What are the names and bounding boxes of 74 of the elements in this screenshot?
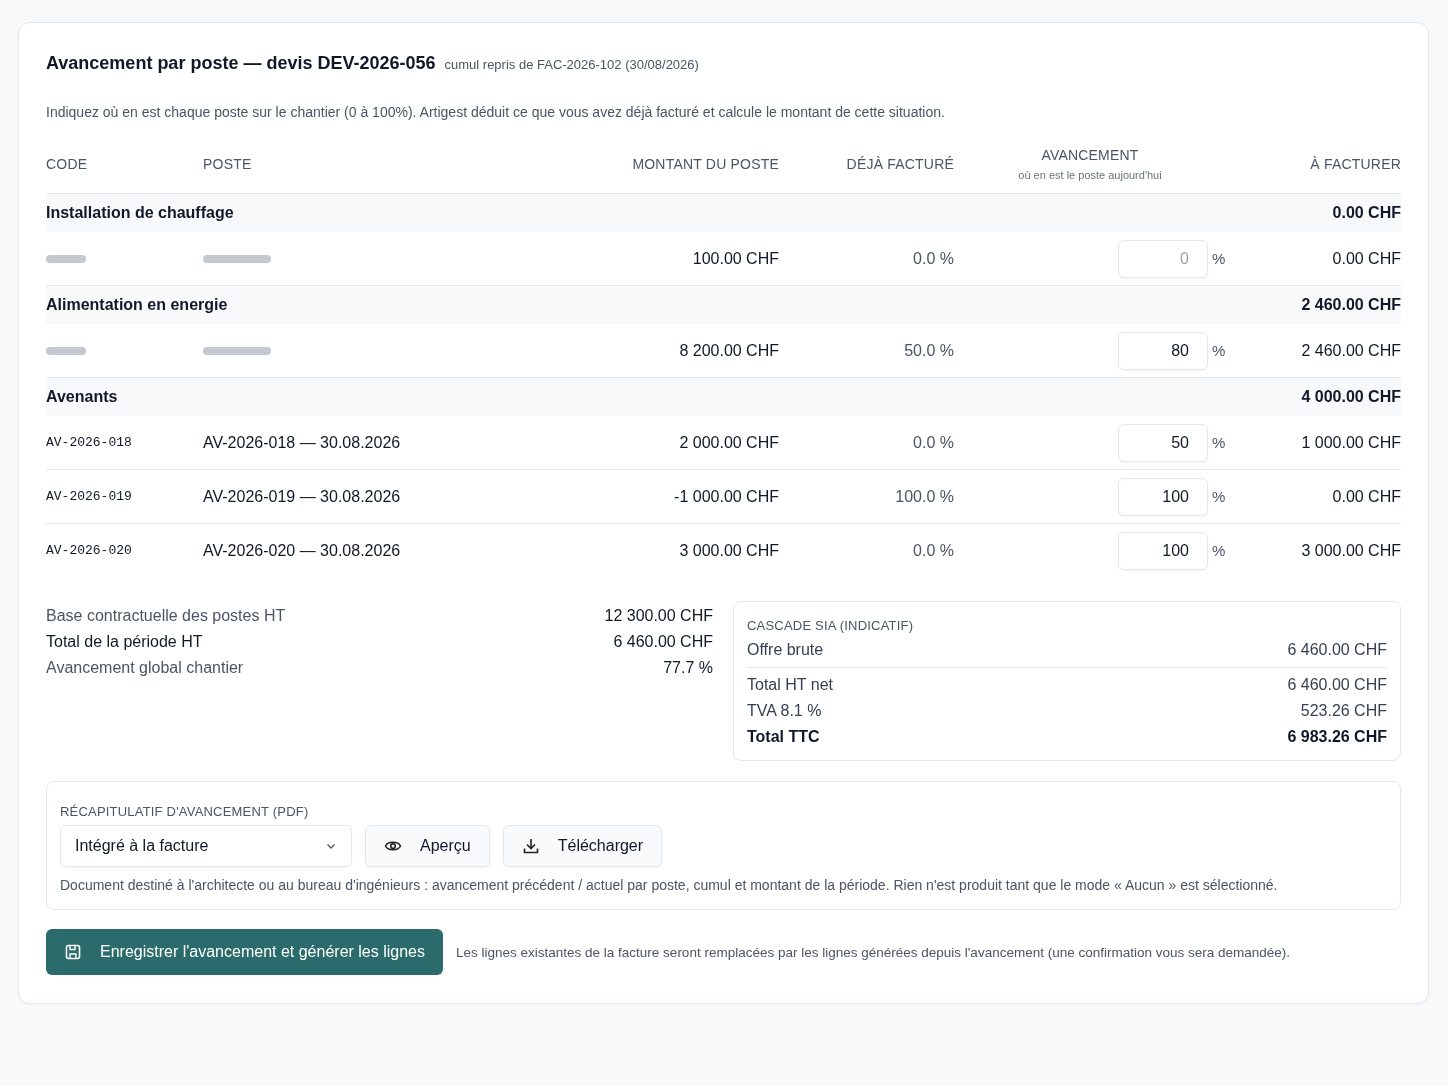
summary-label: Total TTC	[747, 728, 820, 746]
column-hint: où en est le poste aujourd'hui	[1018, 169, 1162, 181]
preview-button[interactable]: Aperçu	[365, 825, 490, 867]
amount-cell-text: -1 000.00 CHF	[673, 487, 779, 506]
poste-cell-text: AV-2026-018 — 30.08.2026	[203, 433, 402, 452]
summary-value: 6 460.00 CHF	[1287, 641, 1387, 659]
intro-text: Indiquez où en est chaque poste sur le chantier (0 à 100%). Artigest déduit ce que vous avez déjà facturé et calcule le montant de cette situation.	[46, 104, 946, 120]
column-header: AVANCEMENT	[1041, 147, 1139, 163]
summary-value: 6 460.00 CHF	[613, 633, 713, 651]
redacted-bar	[203, 255, 271, 264]
group-total: 0.00 CHF	[1332, 204, 1401, 222]
summary-label: Avancement global chantier	[46, 659, 244, 677]
group-title: Installation de chauffage	[46, 204, 234, 222]
percent-cell-text: 0.0 %	[912, 541, 954, 560]
percent-cell-text: 50.0 %	[903, 341, 954, 360]
code-cell-text: AV-2026-019	[46, 489, 133, 504]
group-title: Avenants	[46, 388, 118, 406]
amount-cell-text: 3 000.00 CHF	[678, 541, 779, 560]
column-header: À FACTURER	[1310, 156, 1401, 172]
group-total: 2 460.00 CHF	[1301, 296, 1401, 314]
column-header: MONTANT DU POSTE	[632, 156, 779, 172]
amount-cell-text: 2 000.00 CHF	[678, 433, 779, 452]
redacted-bar	[46, 255, 86, 264]
unit-label: %	[1212, 250, 1226, 267]
column-header: CODE	[46, 156, 88, 172]
code-cell-text: AV-2026-018	[46, 435, 133, 450]
summary-label: Total de la période HT	[46, 633, 203, 651]
amount-cell-text: 0.00 CHF	[1331, 249, 1401, 268]
column-header: DÉJÀ FACTURÉ	[846, 156, 954, 172]
unit-label: %	[1212, 542, 1226, 559]
amount-cell-text: 2 460.00 CHF	[1300, 341, 1401, 360]
unit-label: %	[1212, 342, 1226, 359]
save-button[interactable]: Enregistrer l'avancement et générer les lignes	[46, 929, 443, 975]
unit-label: %	[1212, 488, 1226, 505]
group-title: Alimentation en energie	[46, 296, 228, 314]
column-header: POSTE	[203, 156, 252, 172]
summary-label: Offre brute	[747, 641, 824, 659]
summary-label: Base contractuelle des postes HT	[46, 607, 286, 625]
panel-title: RÉCAPITULATIF D'AVANCEMENT (PDF)	[60, 804, 310, 819]
download-icon	[521, 837, 540, 855]
progress-input[interactable]: 80	[1118, 331, 1208, 370]
summary-value: 12 300.00 CHF	[604, 607, 713, 625]
help-text: Les lignes existantes de la facture seront remplacées par les lignes générées depuis l'avancement (une confirmation vous sera demandée).	[456, 944, 1291, 960]
redacted-bar	[46, 347, 86, 356]
percent-cell-text: 100.0 %	[894, 487, 954, 506]
section-subtitle: cumul repris de FAC-2026-102 (30/08/2026)	[444, 57, 699, 72]
code-cell-text: AV-2026-020	[46, 543, 133, 558]
progress-input[interactable]: 0	[1118, 239, 1208, 278]
percent-cell-text: 0.0 %	[912, 433, 954, 452]
poste-cell-text: AV-2026-019 — 30.08.2026	[203, 487, 402, 506]
summary-value: 6 460.00 CHF	[1287, 676, 1387, 694]
percent-cell-text: 0.0 %	[912, 249, 954, 268]
progress-input[interactable]: 50	[1118, 423, 1208, 462]
amount-cell-text: 3 000.00 CHF	[1300, 541, 1401, 560]
redacted-bar	[203, 347, 271, 356]
summary-value: 77.7 %	[663, 659, 713, 677]
summary-value: 523.26 CHF	[1300, 702, 1387, 720]
help-text: Document destiné à l'architecte ou au bureau d'ingénieurs : avancement précédent / actuel par poste, cumul et montant de la période. Rien n'est produit tant que le mode « Aucun » est sélectionné.	[60, 877, 1279, 893]
download-button[interactable]: Télécharger	[502, 825, 663, 867]
group-total: 4 000.00 CHF	[1301, 388, 1401, 406]
unit-label: %	[1212, 434, 1226, 451]
amount-cell-text: 8 200.00 CHF	[678, 341, 779, 360]
amount-cell-text: 0.00 CHF	[1331, 487, 1401, 506]
summary-label: TVA 8.1 %	[747, 702, 822, 720]
summary-label: Total HT net	[747, 676, 833, 694]
amount-cell-text: 1 000.00 CHF	[1300, 433, 1401, 452]
summary-value: 6 983.26 CHF	[1287, 728, 1387, 746]
progress-input[interactable]: 100	[1118, 477, 1208, 516]
progress-input[interactable]: 100	[1118, 531, 1208, 570]
mode-dropdown[interactable]: Intégré à la facture	[60, 825, 352, 867]
panel-title: CASCADE SIA (INDICATIF)	[747, 618, 915, 633]
poste-cell-text: AV-2026-020 — 30.08.2026	[203, 541, 402, 560]
amount-cell-text: 100.00 CHF	[691, 249, 779, 268]
section-title: Avancement par poste — devis DEV-2026-056	[46, 53, 436, 74]
